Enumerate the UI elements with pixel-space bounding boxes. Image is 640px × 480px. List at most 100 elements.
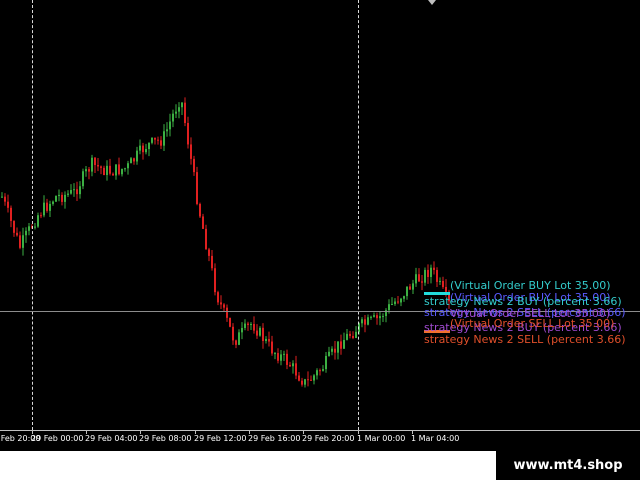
candle-body [79,186,81,195]
vertical-grid-line [358,0,359,430]
candle-body [28,226,30,231]
candle-body [7,201,9,208]
candle-body [157,139,159,141]
candle-body [361,319,363,324]
candle-body [283,353,285,355]
candle-body [46,202,48,211]
candle-body [136,150,138,162]
candle-body [262,327,264,341]
candle-body [238,332,240,345]
candle-body [331,348,333,352]
candle-body [388,304,390,311]
candle-body [22,235,24,248]
virtual-sell-order-label: (Virtual Order SELL Lot 35.00) [450,317,615,330]
candle-body [337,341,339,353]
candle-body [334,348,336,353]
candle-body [220,302,222,305]
candle-body [346,333,348,340]
candle-body [172,113,174,122]
candle-body [307,379,309,381]
candle-body [367,317,369,325]
candle-body [25,230,27,236]
candle-body [235,340,237,345]
candle-body [376,315,378,319]
candle-body [175,111,177,114]
candle-body [340,341,342,349]
candle-body [442,280,444,287]
candle-body [103,167,105,176]
candle-body [394,301,396,305]
candle-body [100,166,102,168]
candle-body [181,102,183,108]
shift-marker-icon[interactable] [428,0,436,5]
candle-body [211,255,213,269]
strategy-sell-label: strategy News 2 SELL (percent 3.66) [424,333,626,346]
candle-body [199,203,201,217]
candle-body [427,269,429,277]
candle-body [139,145,141,151]
candle-body [343,339,345,349]
candle-body [433,267,435,270]
candle-body [379,316,381,319]
candle-body [424,269,426,283]
candle-body [160,140,162,146]
time-tick-label: 1 Mar 00:00 [357,434,406,443]
candle-body [274,353,276,355]
candle-body [187,122,189,145]
candle-body [169,121,171,130]
time-tick-label: 29 Feb 12:00 [194,434,247,443]
candle-body [190,144,192,159]
candle-body [76,189,78,195]
candle-body [94,157,96,166]
candle-body [34,226,36,228]
candle-body [256,330,258,336]
candle-body [70,190,72,194]
virtual-buy-order-label: (Virtual Order BUY Lot 35.00) [450,279,611,292]
candle-body [226,307,228,318]
brand-watermark: www.mt4.shop [496,451,640,480]
candle-body [19,235,21,248]
candle-body [58,194,60,197]
candle-body [415,274,417,284]
candle-body [97,165,99,167]
candle-body [295,363,297,376]
candle-body [202,216,204,229]
candle-body [106,165,108,176]
price-chart[interactable]: (Virtual Order BUY Lot 35.00) strategy N… [0,0,640,430]
candle-body [184,102,186,123]
candle-body [436,269,438,282]
candle-body [259,327,261,336]
time-tick-label: 1 Mar 04:00 [411,434,460,443]
candle-body [247,323,249,325]
candle-body [229,317,231,327]
candle-body [133,158,135,162]
candle-body [91,157,93,172]
candle-body [328,351,330,356]
candle-body [421,281,423,283]
candle-body [109,165,111,174]
candle-body [316,370,318,376]
candle-body [154,137,156,140]
candle-body [121,168,123,175]
candle-body [325,355,327,370]
candle-body [370,316,372,318]
candle-body [241,327,243,333]
candle-body [319,370,321,372]
candle-body [163,131,165,146]
candle-body [250,324,252,326]
candle-body [412,283,414,290]
candle-body [193,158,195,173]
candle-body [409,286,411,290]
candle-body [364,319,366,325]
candle-body [127,163,129,169]
candle-body [49,203,51,211]
candle-body [16,232,18,236]
candle-body [403,296,405,299]
candle-body [418,274,420,282]
candle-body [400,298,402,303]
strategy-buy-label: strategy News 2 BUY (percent 3.66) [424,295,622,308]
candle-body [271,341,273,354]
candle-body [298,375,300,381]
candle-body [52,201,54,204]
candle-body [151,137,153,143]
